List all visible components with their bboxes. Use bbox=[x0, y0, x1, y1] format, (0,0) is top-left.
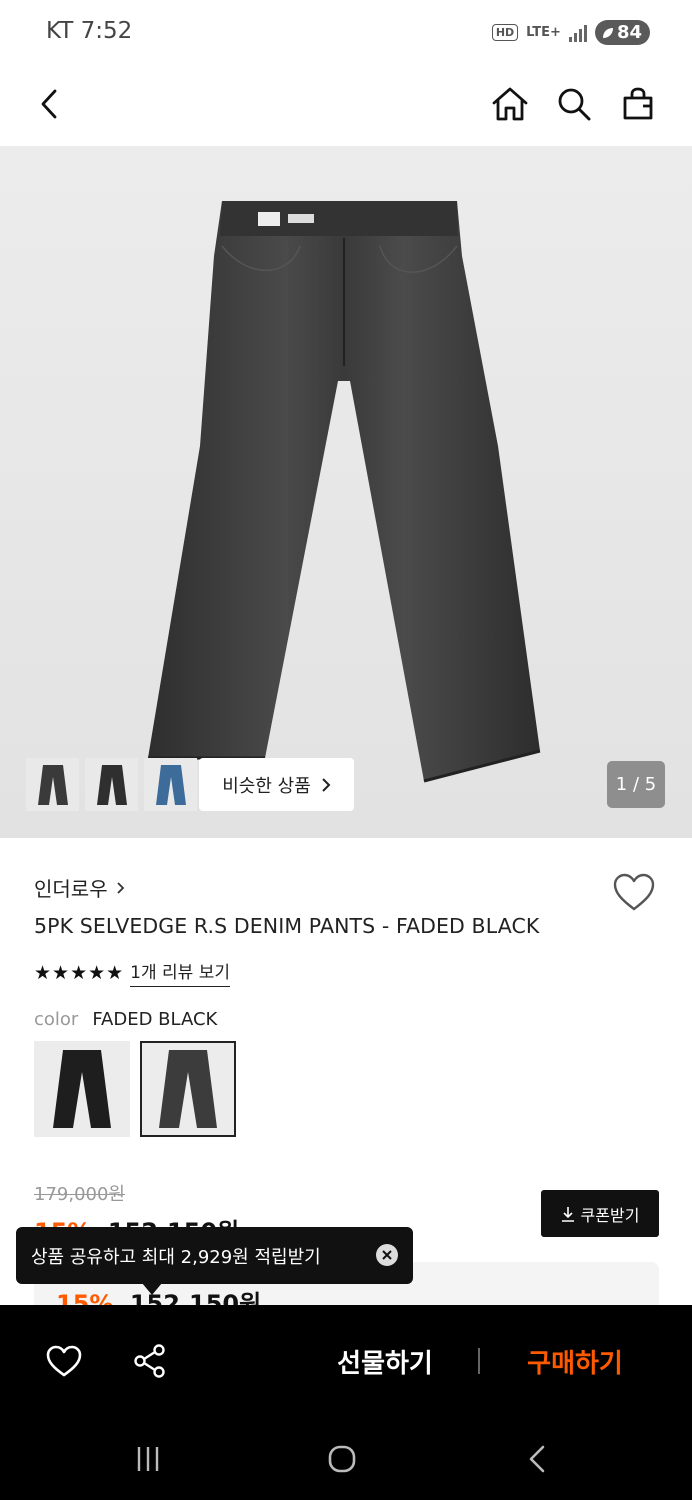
battery-indicator: 84 bbox=[594, 20, 650, 45]
hd-voice-icon: HD bbox=[491, 24, 519, 41]
tooltip-close-button[interactable] bbox=[376, 1244, 398, 1266]
share-icon bbox=[134, 1344, 165, 1378]
lte-icon: LTE+ bbox=[526, 25, 561, 40]
top-navigation bbox=[0, 66, 692, 146]
product-image-gallery[interactable]: 비슷한 상품 1 / 5 bbox=[0, 146, 692, 838]
back-icon bbox=[529, 1445, 545, 1473]
home-system-button[interactable] bbox=[322, 1441, 362, 1477]
back-button[interactable] bbox=[24, 78, 76, 130]
color-option-row: color FADED BLACK bbox=[34, 1009, 217, 1030]
image-page-counter: 1 / 5 bbox=[607, 761, 665, 808]
thumbnail-2[interactable] bbox=[85, 758, 138, 811]
color-value: FADED BLACK bbox=[92, 1009, 218, 1030]
review-link[interactable]: 1개 리뷰 보기 bbox=[130, 958, 230, 987]
wishlist-button[interactable] bbox=[612, 872, 656, 916]
system-navigation-bar bbox=[0, 1417, 692, 1500]
thumbnail-3[interactable] bbox=[144, 758, 197, 811]
original-price: 179,000원 bbox=[34, 1184, 125, 1205]
close-icon bbox=[382, 1250, 392, 1260]
share-reward-tooltip: 상품 공유하고 최대 2,929원 적립받기 bbox=[16, 1227, 413, 1295]
chevron-right-icon bbox=[116, 881, 124, 894]
thumbnail-strip bbox=[26, 758, 197, 811]
gift-button[interactable]: 선물하기 bbox=[300, 1338, 470, 1384]
home-circle-icon bbox=[328, 1445, 356, 1473]
search-button[interactable] bbox=[548, 78, 600, 130]
share-button[interactable] bbox=[130, 1341, 170, 1381]
brand-name: 인더로우 bbox=[34, 877, 108, 901]
status-icons: HD LTE+ 84 bbox=[491, 20, 650, 45]
thumbnail-1[interactable] bbox=[26, 758, 79, 811]
color-swatches bbox=[34, 1041, 236, 1137]
product-title: 5PK SELVEDGE R.S DENIM PANTS - FADED BLA… bbox=[34, 914, 540, 938]
home-icon bbox=[492, 87, 528, 121]
chevron-left-icon bbox=[41, 89, 57, 119]
bottom-wishlist-button[interactable] bbox=[44, 1341, 84, 1381]
coupon-download-button[interactable]: 쿠폰받기 bbox=[541, 1190, 659, 1237]
similar-products-button[interactable]: 비슷한 상품 bbox=[199, 758, 354, 811]
battery-saver-icon bbox=[602, 27, 613, 38]
recent-apps-icon bbox=[137, 1447, 159, 1471]
bottom-action-bar: 선물하기 구매하기 bbox=[0, 1305, 692, 1417]
cart-button[interactable] bbox=[612, 78, 664, 130]
home-button[interactable] bbox=[484, 78, 536, 130]
coupon-button-label: 쿠폰받기 bbox=[580, 1205, 640, 1225]
back-system-button[interactable] bbox=[517, 1441, 557, 1477]
heart-icon bbox=[613, 873, 655, 911]
bottom-divider bbox=[478, 1348, 480, 1374]
rating-row: ★★★★★ 1개 리뷰 보기 bbox=[34, 958, 230, 987]
star-rating: ★★★★★ bbox=[34, 961, 125, 984]
search-icon bbox=[558, 88, 591, 121]
color-label: color bbox=[34, 1009, 79, 1030]
recent-apps-button[interactable] bbox=[128, 1441, 168, 1477]
signal-icon bbox=[568, 24, 587, 42]
color-swatch-faded-black[interactable] bbox=[140, 1041, 236, 1137]
status-carrier-time: KT 7:52 bbox=[46, 18, 133, 44]
tooltip-text: 상품 공유하고 최대 2,929원 적립받기 bbox=[31, 1246, 321, 1268]
color-swatch-black[interactable] bbox=[34, 1041, 130, 1137]
heart-icon bbox=[46, 1345, 82, 1377]
chevron-right-icon bbox=[322, 777, 331, 792]
product-main-image bbox=[148, 201, 541, 783]
buy-button[interactable]: 구매하기 bbox=[490, 1338, 660, 1384]
similar-products-label: 비슷한 상품 bbox=[222, 775, 311, 797]
battery-level: 84 bbox=[616, 22, 642, 43]
download-icon bbox=[561, 1206, 574, 1222]
tooltip-arrow bbox=[142, 1283, 162, 1295]
status-bar: KT 7:52 HD LTE+ 84 bbox=[0, 0, 692, 66]
shopping-bag-icon bbox=[623, 87, 653, 120]
brand-link[interactable]: 인더로우 bbox=[34, 873, 125, 902]
